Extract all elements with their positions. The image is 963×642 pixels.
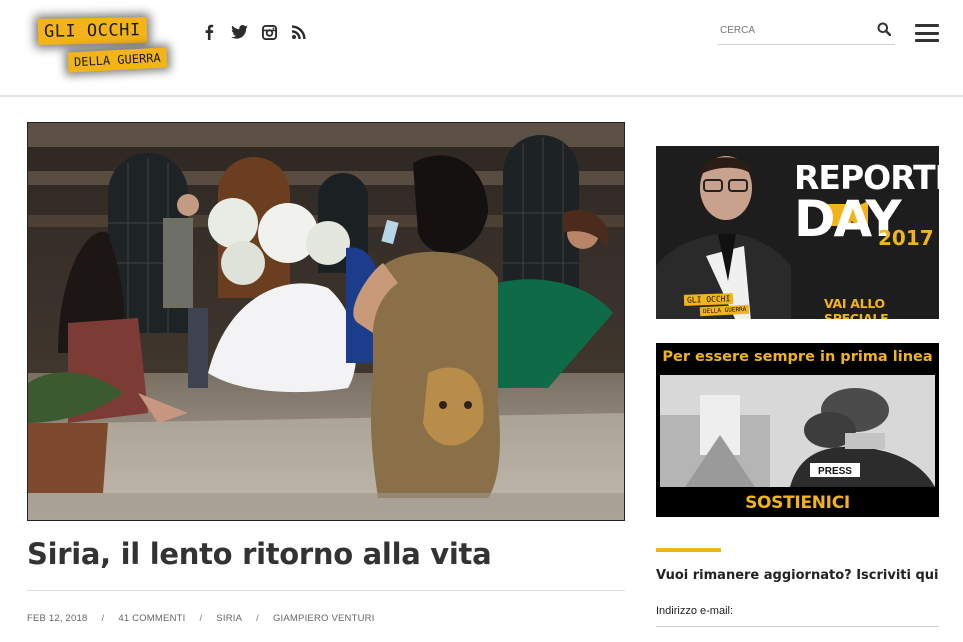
reporter-day-cta[interactable]: VAI ALLO SPECIALE <box>824 296 939 319</box>
search-input[interactable] <box>720 20 870 40</box>
social-links <box>200 22 308 42</box>
support-banner-cta[interactable]: SOSTIENICI <box>656 493 939 513</box>
twitter-icon[interactable] <box>230 22 248 42</box>
reporter-day-year: 2017 <box>878 226 934 250</box>
facebook-icon[interactable] <box>200 22 218 42</box>
logo-line2: DELLA GUERRA <box>67 47 168 73</box>
support-banner[interactable]: Per essere sempre in prima linea PRESS S… <box>656 343 939 517</box>
article-author-link[interactable]: GIAMPIERO VENTURI <box>273 613 375 624</box>
logo-line1: GLI OCCHI <box>37 17 147 45</box>
article-date: FEB 12, 2018 <box>27 613 88 624</box>
press-label: PRESS <box>818 466 852 477</box>
article-comments-link[interactable]: 41 COMMENTI <box>118 613 185 624</box>
email-field[interactable] <box>656 626 939 642</box>
article-category-link[interactable]: SIRIA <box>216 613 242 624</box>
meta-separator: / <box>101 613 105 624</box>
hamburger-menu-icon[interactable] <box>915 24 939 42</box>
search-box <box>718 18 895 45</box>
search-icon[interactable] <box>877 21 895 39</box>
article-meta: FEB 12, 2018 / 41 COMMENTI / SIRIA / GIA… <box>27 613 375 624</box>
support-banner-heading: Per essere sempre in prima linea <box>662 349 933 365</box>
reporter-day-banner[interactable]: REPORTER DAY 2017 GLI OCCHI DELLA GUERRA… <box>656 146 939 319</box>
meta-separator: / <box>199 613 203 624</box>
widget-accent-rule <box>656 548 721 552</box>
article-hero-image[interactable] <box>27 122 625 521</box>
site-header: GLI OCCHI DELLA GUERRA <box>0 0 963 97</box>
meta-separator: / <box>256 613 259 624</box>
title-divider <box>27 590 625 591</box>
banner-logo-line1: GLI OCCHI <box>683 293 734 306</box>
article-title[interactable]: Siria, il lento ritorno alla vita <box>27 537 492 571</box>
site-logo[interactable]: GLI OCCHI DELLA GUERRA <box>30 8 190 84</box>
newsletter-title: Vuoi rimanere aggiornato? Iscriviti qui <box>656 568 939 583</box>
email-label: Indirizzo e-mail: <box>656 605 734 617</box>
rss-icon[interactable] <box>290 22 308 42</box>
instagram-icon[interactable] <box>260 22 278 42</box>
